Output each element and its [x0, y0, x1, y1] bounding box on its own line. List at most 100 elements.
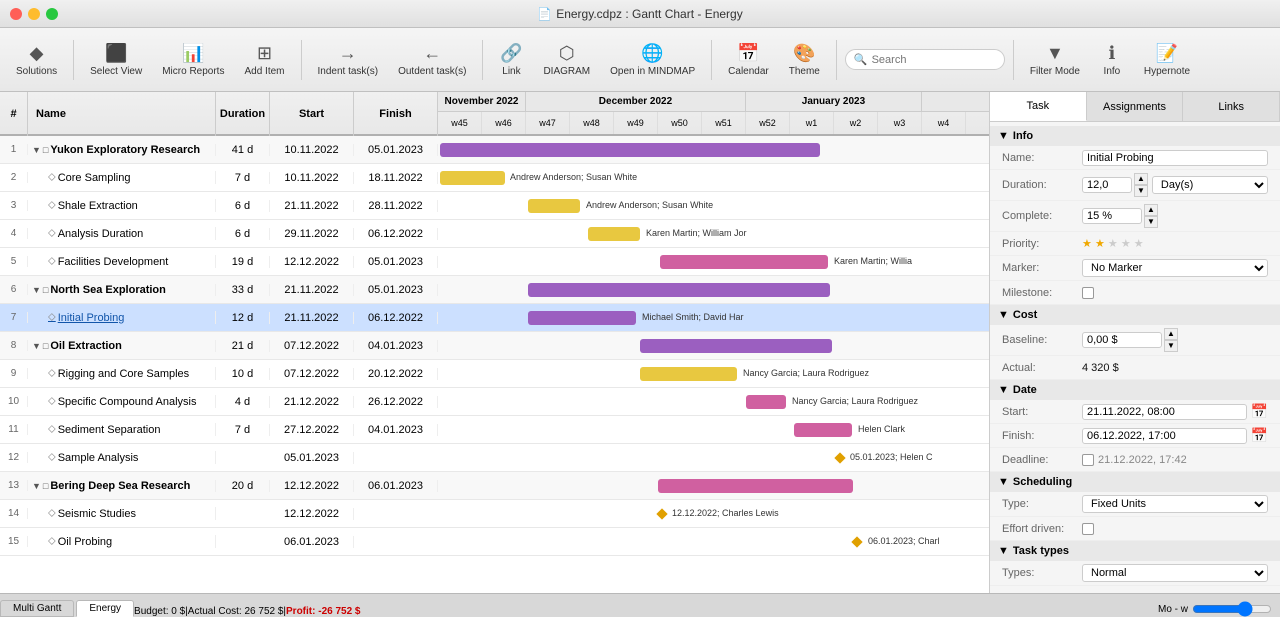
task-icon: ⬦	[48, 451, 56, 464]
tab-energy[interactable]: Energy	[76, 600, 134, 617]
priority-stars[interactable]: ★ ★ ★ ★ ★	[1082, 237, 1144, 250]
star-3[interactable]: ★	[1108, 238, 1118, 250]
tab-assignments[interactable]: Assignments	[1087, 92, 1184, 121]
table-row[interactable]: 5 ⬦ Facilities Development 19 d 12.12.20…	[0, 248, 989, 276]
baseline-input[interactable]	[1082, 332, 1162, 348]
toolbar-mindmap[interactable]: 🌐 Open in MINDMAP	[602, 39, 703, 81]
row-finish: 06.01.2023	[354, 480, 438, 492]
row-chart: Karen Martin; Willia	[438, 248, 989, 276]
toolbar-hypernote[interactable]: 📝 Hypernote	[1136, 39, 1198, 81]
expand-icon[interactable]: ▼	[32, 341, 41, 351]
task-icon: ⬦	[48, 227, 56, 240]
finish-date-input[interactable]	[1082, 428, 1247, 444]
table-row[interactable]: 12 ⬦ Sample Analysis 05.01.2023 05.01.20…	[0, 444, 989, 472]
table-row[interactable]: 6 ▼ □ North Sea Exploration 33 d 21.11.2…	[0, 276, 989, 304]
baseline-decrement[interactable]: ▼	[1164, 340, 1178, 352]
task-types-section-header[interactable]: ▼ Task types	[990, 541, 1280, 561]
toolbar-add-item[interactable]: ⊞ Add Item	[236, 39, 292, 81]
toolbar-micro-reports[interactable]: 📊 Micro Reports	[154, 39, 232, 81]
table-row[interactable]: 2 ⬦ Core Sampling 7 d 10.11.2022 18.11.2…	[0, 164, 989, 192]
deadline-checkbox[interactable]	[1082, 454, 1094, 466]
gantt-panel: # Name Duration Start Finish November 20…	[0, 92, 990, 593]
task-assignee: Nancy Garcia; Laura Rodriguez	[792, 396, 918, 406]
scheduling-section-header[interactable]: ▼ Scheduling	[990, 472, 1280, 492]
toolbar-indent-task[interactable]: → Indent task(s)	[310, 39, 387, 81]
expand-icon[interactable]: ▼	[32, 285, 41, 295]
toolbar-solutions[interactable]: ◆ Solutions	[8, 39, 65, 81]
scheduling-type-select[interactable]: Fixed Units	[1082, 495, 1268, 513]
table-row[interactable]: 15 ⬦ Oil Probing 06.01.2023 06.01.2023; …	[0, 528, 989, 556]
start-date-field: 📅	[1082, 403, 1268, 420]
table-row[interactable]: 8 ▼ □ Oil Extraction 21 d 07.12.2022 04.…	[0, 332, 989, 360]
toolbar-diagram[interactable]: ⬡ DIAGRAM	[535, 39, 598, 81]
baseline-increment[interactable]: ▲	[1164, 328, 1178, 340]
milestone-checkbox[interactable]	[1082, 287, 1094, 299]
duration-unit-select[interactable]: Day(s)	[1152, 176, 1268, 194]
duration-input[interactable]	[1082, 177, 1132, 193]
toolbar-outdent-task[interactable]: ← Outdent task(s)	[390, 39, 474, 81]
start-date-input[interactable]	[1082, 404, 1247, 420]
tab-task[interactable]: Task	[990, 92, 1087, 121]
row-chart: Nancy Garcia; Laura Rodriguez	[438, 360, 989, 388]
toolbar-select-view[interactable]: ⬛ Select View	[82, 39, 150, 81]
tab-multi-gantt[interactable]: Multi Gantt	[0, 600, 74, 617]
expand-icon[interactable]: ▼	[32, 145, 41, 155]
search-bar[interactable]: 🔍	[845, 49, 1005, 70]
row-finish: 28.11.2022	[354, 200, 438, 212]
table-row[interactable]: 13 ▼ □ Bering Deep Sea Research 20 d 12.…	[0, 472, 989, 500]
zoom-slider[interactable]	[1192, 601, 1272, 617]
row-num: 10	[0, 396, 28, 407]
row-duration: 33 d	[216, 284, 270, 296]
duration-increment[interactable]: ▲	[1134, 173, 1148, 185]
toolbar-filter-mode[interactable]: ▼ Filter Mode	[1022, 39, 1088, 81]
toolbar-theme[interactable]: 🎨 Theme	[781, 39, 828, 81]
table-row[interactable]: 1 ▼ □ Yukon Exploratory Research 41 d 10…	[0, 136, 989, 164]
task-assignee: Nancy Garcia; Laura Rodriguez	[743, 368, 869, 378]
star-2[interactable]: ★	[1095, 238, 1105, 250]
table-row[interactable]: 14 ⬦ Seismic Studies 12.12.2022 12.12.20…	[0, 500, 989, 528]
star-4[interactable]: ★	[1121, 238, 1131, 250]
toolbar-link[interactable]: 🔗 Link	[491, 39, 531, 81]
minimize-button[interactable]	[28, 8, 40, 20]
expand-icon[interactable]: ▼	[32, 481, 41, 491]
finish-calendar-icon[interactable]: 📅	[1251, 427, 1268, 444]
start-calendar-icon[interactable]: 📅	[1251, 403, 1268, 420]
info-section-header[interactable]: ▼ Info	[990, 126, 1280, 146]
table-row[interactable]: 9 ⬦ Rigging and Core Samples 10 d 07.12.…	[0, 360, 989, 388]
name-input[interactable]	[1082, 150, 1268, 166]
row-num: 12	[0, 452, 28, 463]
table-row[interactable]: 11 ⬦ Sediment Separation 7 d 27.12.2022 …	[0, 416, 989, 444]
window-controls[interactable]	[10, 8, 58, 20]
row-name: ⬦ Rigging and Core Samples	[28, 367, 216, 380]
milestone-diamond	[851, 536, 862, 547]
task-icon: ⬦	[48, 311, 56, 324]
table-row[interactable]: 4 ⬦ Analysis Duration 6 d 29.11.2022 06.…	[0, 220, 989, 248]
cost-section-header[interactable]: ▼ Cost	[990, 305, 1280, 325]
table-row[interactable]: 10 ⬦ Specific Compound Analysis 4 d 21.1…	[0, 388, 989, 416]
marker-select[interactable]: No Marker	[1082, 259, 1268, 277]
star-1[interactable]: ★	[1082, 238, 1092, 250]
table-row[interactable]: 7 ⬦ Initial Probing 12 d 21.11.2022 06.1…	[0, 304, 989, 332]
duration-decrement[interactable]: ▼	[1134, 185, 1148, 197]
complete-input[interactable]	[1082, 208, 1142, 224]
window-title: 📄 Energy.cdpz : Gantt Chart - Energy	[537, 7, 742, 21]
finish-date-field: 📅	[1082, 427, 1268, 444]
toolbar-info[interactable]: ℹ Info	[1092, 39, 1132, 81]
complete-decrement[interactable]: ▼	[1144, 216, 1158, 228]
row-name: ⬦ Sample Analysis	[28, 451, 216, 464]
week-w51: w51	[702, 112, 746, 134]
col-finish-header: Finish	[354, 92, 438, 136]
mindmap-icon: 🌐	[641, 43, 663, 64]
star-5[interactable]: ★	[1134, 238, 1144, 250]
tab-links[interactable]: Links	[1183, 92, 1280, 121]
search-input[interactable]	[872, 54, 992, 66]
table-row[interactable]: 3 ⬦ Shale Extraction 6 d 21.11.2022 28.1…	[0, 192, 989, 220]
effort-driven-checkbox[interactable]	[1082, 523, 1094, 535]
task-types-select[interactable]: Normal	[1082, 564, 1268, 582]
complete-increment[interactable]: ▲	[1144, 204, 1158, 216]
close-button[interactable]	[10, 8, 22, 20]
row-name: ⬦ Initial Probing	[28, 311, 216, 324]
toolbar-calendar[interactable]: 📅 Calendar	[720, 39, 777, 81]
maximize-button[interactable]	[46, 8, 58, 20]
date-section-header[interactable]: ▼ Date	[990, 380, 1280, 400]
